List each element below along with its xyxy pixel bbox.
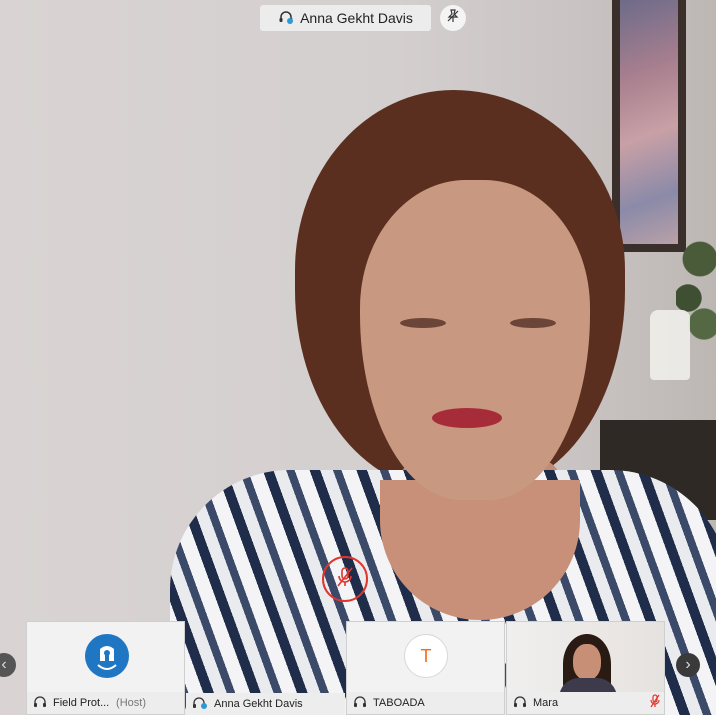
muted-indicator — [322, 556, 368, 602]
scroll-right-button[interactable]: › — [676, 653, 700, 677]
participant-tile-field-prot[interactable]: Field Prot... (Host) — [26, 621, 185, 715]
chevron-left-icon: ‹ — [1, 656, 7, 673]
active-speaker-name: Anna Gekht Davis — [300, 10, 413, 26]
speaker-eye-right — [510, 318, 556, 328]
speaker-face — [360, 180, 590, 500]
avatar: T — [404, 634, 448, 678]
active-speaker-video — [0, 0, 716, 715]
speaker-eye-left — [400, 318, 446, 328]
participant-label: Mara — [507, 692, 664, 714]
headset-icon — [353, 695, 367, 711]
unhcr-logo-icon — [85, 634, 129, 678]
mic-muted-icon — [650, 694, 660, 711]
participant-name: Anna Gekht Davis — [214, 698, 303, 710]
pin-button[interactable] — [440, 5, 466, 31]
pin-icon — [446, 8, 460, 28]
participant-video — [507, 622, 664, 698]
background-lamp — [650, 310, 690, 380]
headset-icon — [33, 695, 47, 711]
participant-label: Anna Gekht Davis — [186, 693, 345, 715]
participant-name: Field Prot... — [53, 697, 110, 709]
background-painting — [612, 0, 686, 252]
headset-icon — [192, 696, 208, 712]
participant-tile-taboada[interactable]: T TABOADA — [346, 621, 505, 715]
participant-tile-anna[interactable]: Anna Gekht Davis — [186, 621, 345, 715]
speaker-lips — [432, 408, 502, 428]
participant-tile-mara[interactable]: Mara — [506, 621, 665, 715]
active-speaker-name-pill[interactable]: Anna Gekht Davis — [260, 5, 431, 31]
chevron-right-icon: › — [685, 656, 691, 673]
participant-label: TABOADA — [347, 692, 504, 714]
participant-name: Mara — [533, 697, 559, 709]
participant-label: Field Prot... (Host) — [27, 692, 184, 714]
mic-muted-icon — [335, 565, 355, 594]
headset-icon — [513, 695, 527, 711]
headset-icon — [278, 10, 294, 27]
participant-role: (Host) — [116, 697, 146, 709]
participant-name: TABOADA — [373, 697, 425, 709]
